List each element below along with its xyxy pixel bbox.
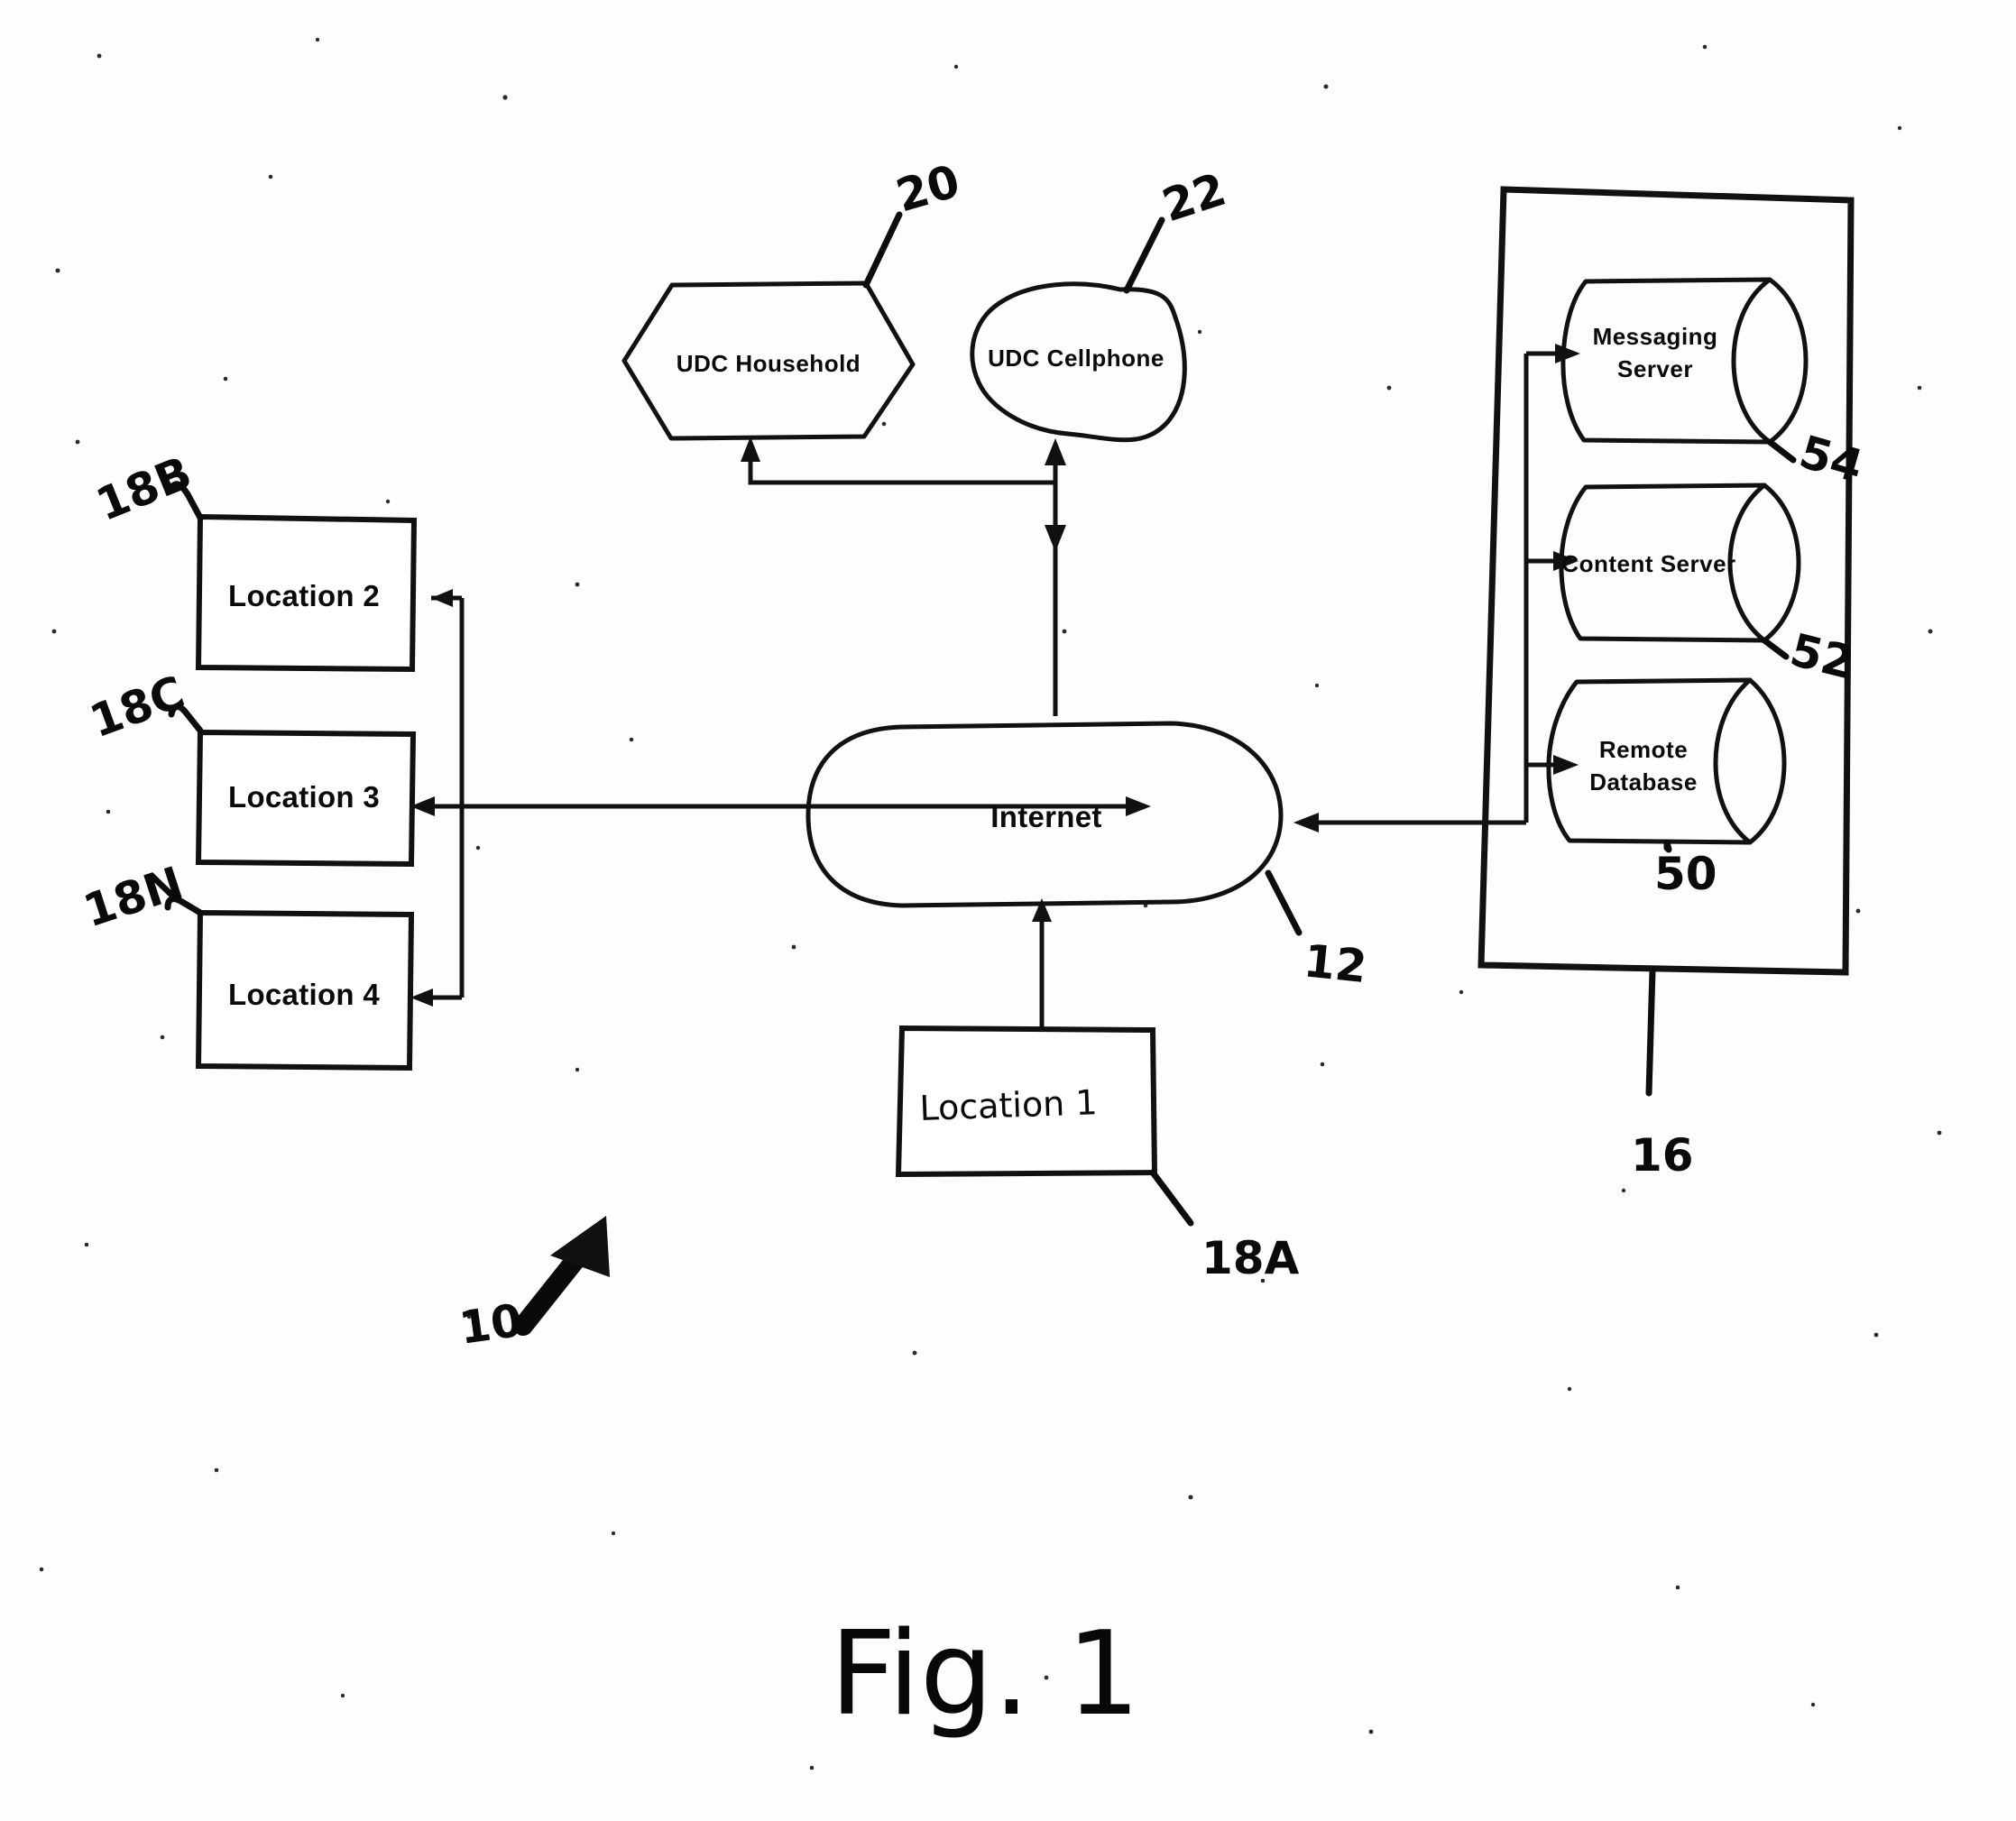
node-location4[interactable]: Location 4 [195, 909, 415, 1071]
ref-content-server: 52 [1761, 623, 1859, 689]
udc-cellphone-label: UDC Cellphone [988, 345, 1164, 372]
leader-20 [862, 211, 903, 289]
patent-figure: UDC Household 20 UDC Cellphone 22 Intern… [0, 0, 2016, 1821]
leader-16 [1645, 967, 1656, 1097]
node-location3[interactable]: Location 3 [195, 729, 417, 868]
ref-label-16: 16 [1631, 1129, 1694, 1182]
remote-database-label-line1: Remote [1599, 736, 1688, 763]
ref-label-20: 20 [890, 155, 965, 223]
leader-54 [1766, 438, 1797, 464]
leader-22 [1123, 216, 1165, 294]
ref-label-18C: 18C [83, 666, 191, 748]
leader-52 [1761, 637, 1790, 660]
arrowhead-internet-from-servers [1293, 813, 1319, 832]
remote-database-label-line2: Database [1589, 768, 1698, 796]
ref-internet: 12 [1265, 869, 1369, 993]
messaging-server-cap [1731, 277, 1772, 445]
internet-label: Internet [990, 800, 1101, 833]
figure-caption: Fig. 1 [830, 1607, 1140, 1742]
ref-udc-household: 20 [862, 155, 965, 289]
location3-label: Location 3 [228, 780, 380, 814]
leader-18A [1149, 1169, 1194, 1227]
arrowhead-location2 [431, 589, 453, 607]
ref-label-12: 12 [1302, 934, 1369, 993]
ref-udc-cellphone: 22 [1123, 163, 1232, 294]
location4-label: Location 4 [228, 978, 380, 1011]
node-remote-database[interactable]: Remote Database [1546, 677, 1787, 845]
ref-label-10: 10 [456, 1294, 526, 1355]
node-location1[interactable]: Location 1 [895, 1025, 1158, 1178]
ref-label-54: 54 [1794, 426, 1869, 493]
location2-label: Location 2 [228, 579, 380, 612]
ref-label-18N: 18N [78, 857, 189, 938]
system-ref-arrow: 10 [456, 1216, 610, 1355]
ref-label-22: 22 [1156, 163, 1232, 233]
arrowhead-cellphone-up [1045, 438, 1066, 465]
ref-server-container: 16 [1631, 967, 1694, 1182]
ref-location2: 18B [89, 446, 204, 531]
remote-database-cap [1713, 677, 1753, 845]
arrowhead-internet-from-location3 [1126, 796, 1151, 816]
arrowhead-location4 [410, 989, 433, 1007]
leader-12 [1265, 869, 1303, 936]
ref-location1: 18A [1149, 1169, 1300, 1284]
arrowhead-household [741, 437, 760, 462]
ref-label-18B: 18B [89, 446, 199, 531]
node-udc-cellphone[interactable]: UDC Cellphone [970, 281, 1187, 443]
ref-remote-database: 50 [1654, 839, 1717, 900]
arrowhead-remote-database [1553, 755, 1579, 775]
location1-label: Location 1 [919, 1082, 1098, 1128]
udc-household-label: UDC Household [677, 350, 861, 377]
connector-branch-to-household [748, 446, 1055, 485]
connector-layer [410, 344, 1580, 1034]
messaging-server-label-line1: Messaging [1593, 323, 1718, 350]
figure-canvas: UDC Household 20 UDC Cellphone 22 Intern… [39, 37, 1942, 1770]
figure-caption-text: Fig. 1 [830, 1607, 1140, 1742]
node-content-server[interactable]: Content Server [1559, 483, 1801, 643]
ref-label-18A: 18A [1201, 1232, 1300, 1284]
node-messaging-server[interactable]: Messaging Server [1560, 277, 1809, 445]
node-internet[interactable]: Internet [805, 721, 1284, 908]
ref-messaging-server: 54 [1766, 426, 1869, 493]
ref-location3: 18C [83, 666, 204, 748]
ref-location4: 18N [78, 857, 204, 938]
arrowhead-messaging-server [1555, 344, 1580, 363]
messaging-server-label-line2: Server [1617, 355, 1693, 382]
content-server-label-line1: Content Server [1561, 550, 1735, 577]
node-location2[interactable]: Location 2 [195, 513, 418, 673]
node-udc-household[interactable]: UDC Household [621, 281, 916, 441]
ref-label-50: 50 [1654, 848, 1717, 900]
arrowhead-cellphone-down [1045, 525, 1066, 552]
